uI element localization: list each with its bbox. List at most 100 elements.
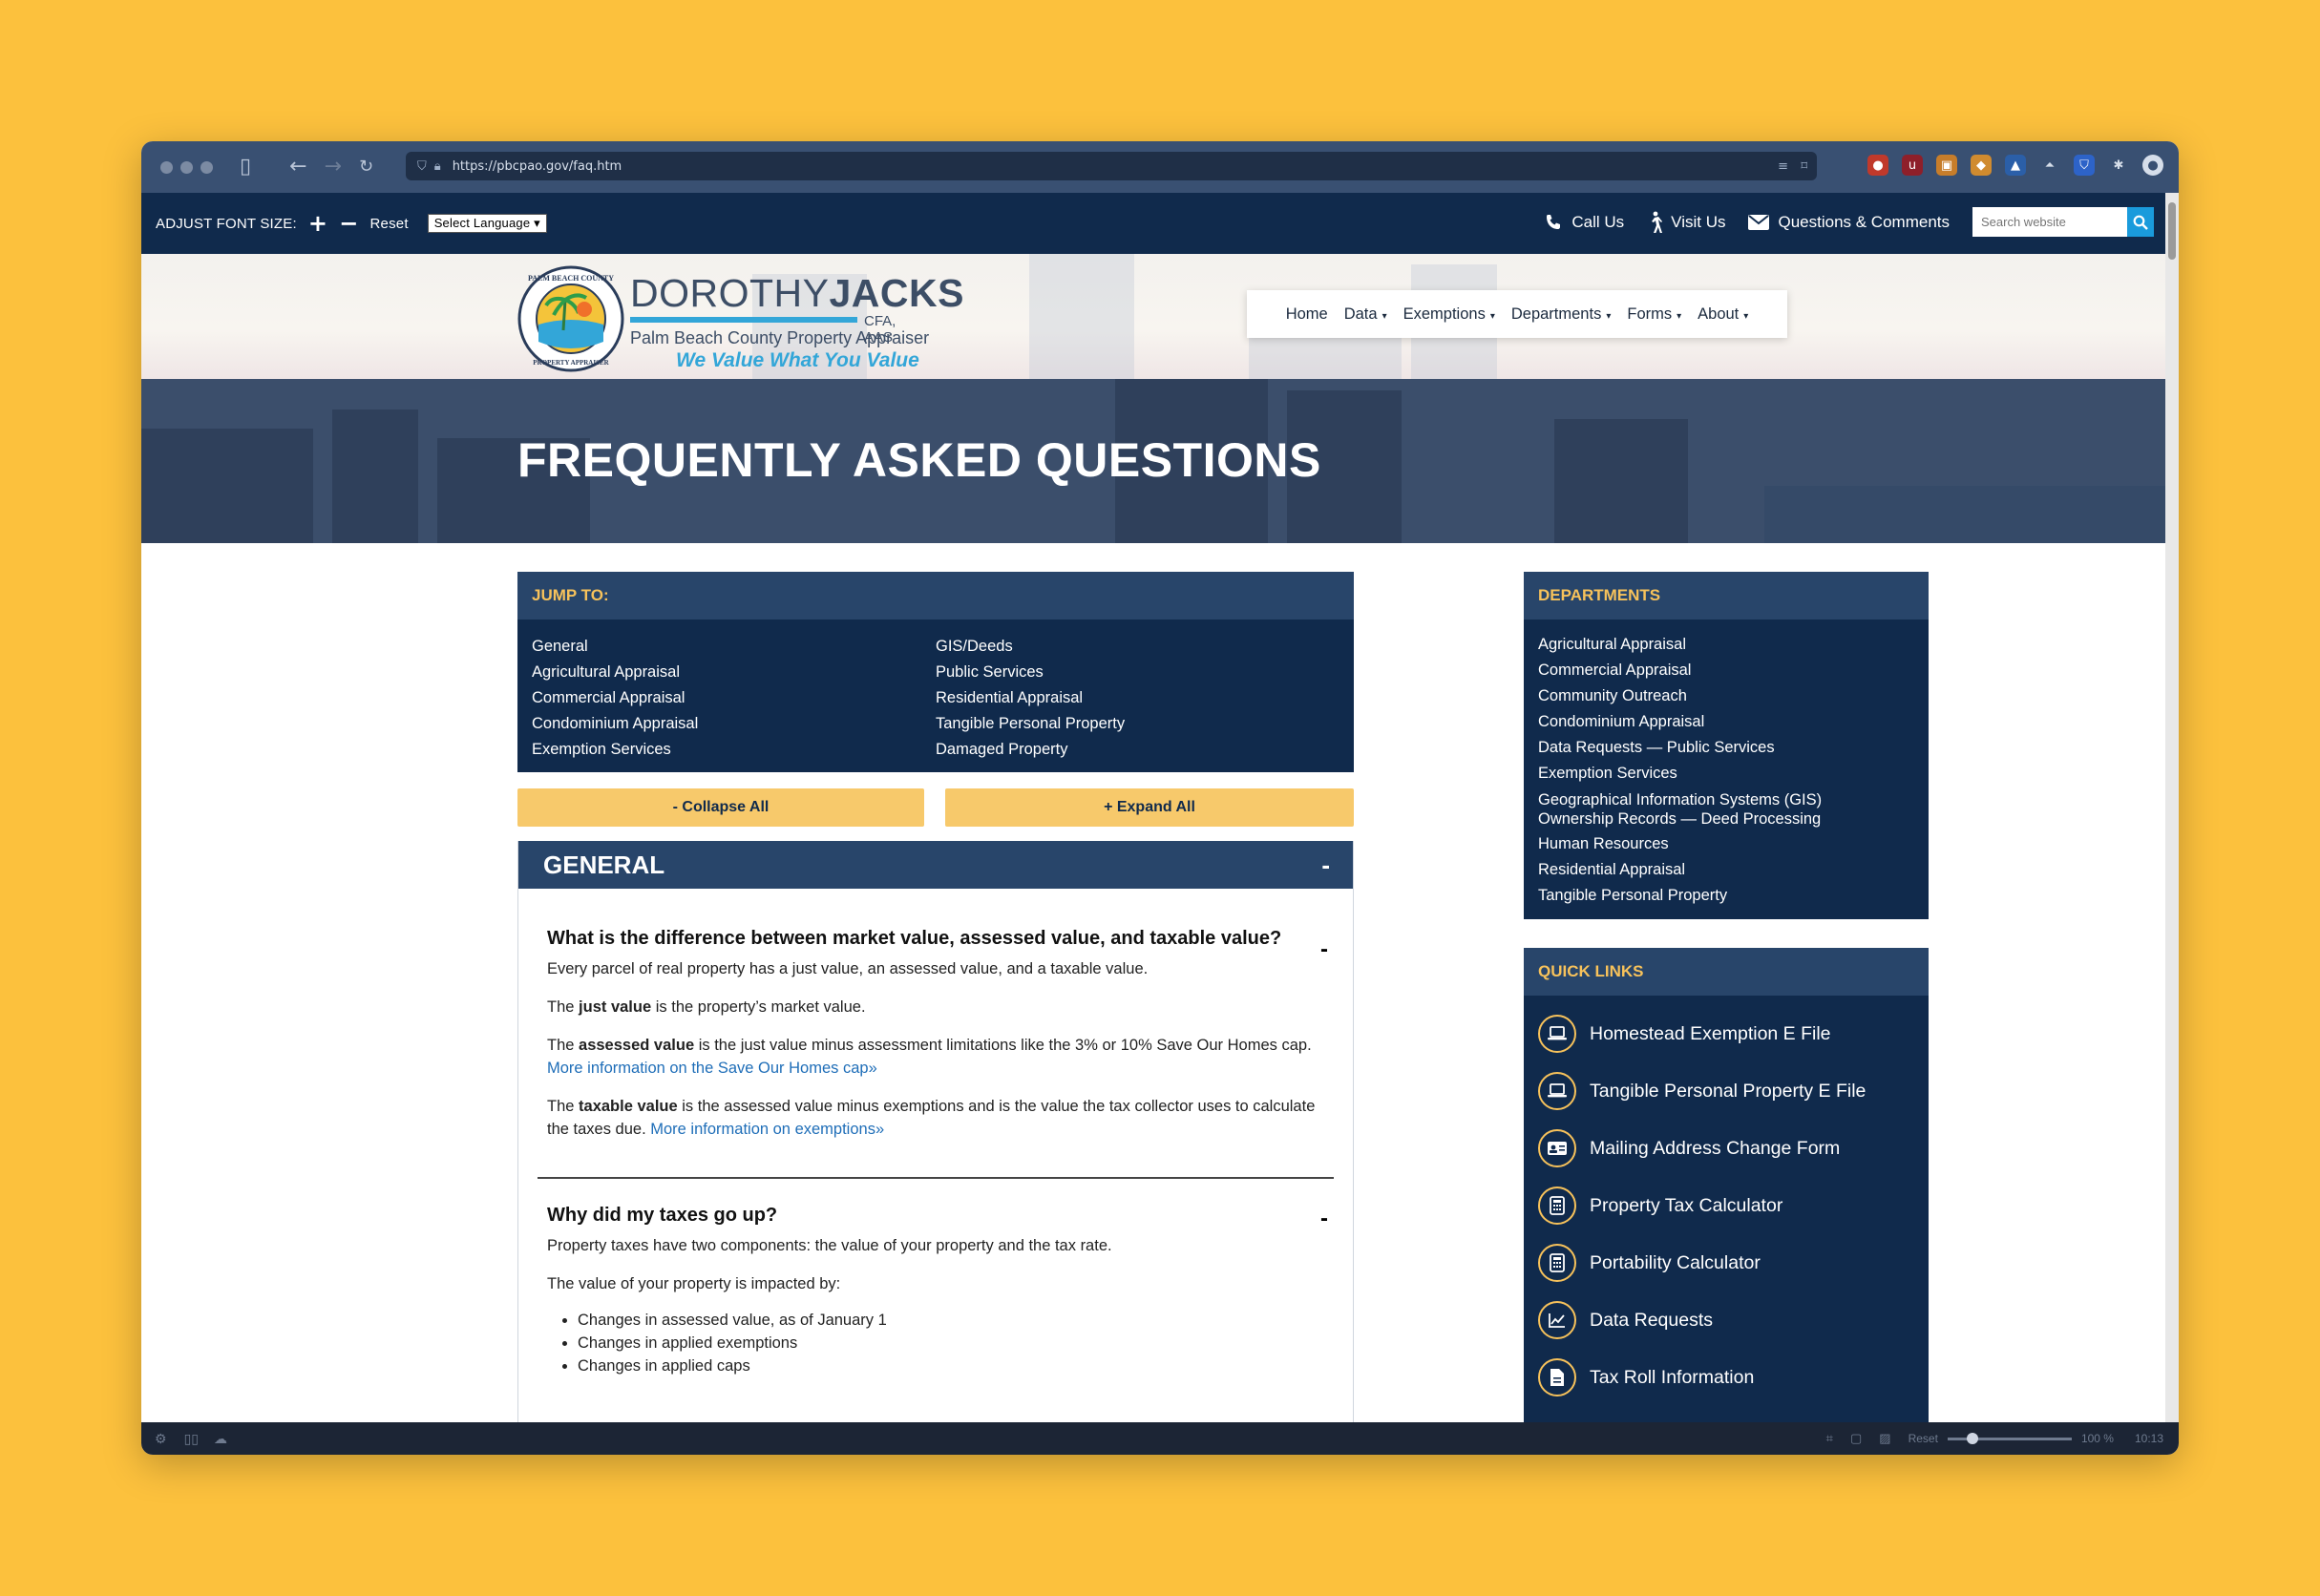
- nav-departments[interactable]: Departments ▾: [1511, 305, 1612, 324]
- quick-link[interactable]: Tax Roll Information: [1524, 1349, 1929, 1406]
- url-text[interactable]: https://pbcpao.gov/faq.htm: [453, 159, 622, 174]
- questions-link[interactable]: Questions & Comments: [1748, 213, 1950, 232]
- cloud-icon[interactable]: ☁: [214, 1431, 227, 1447]
- quick-link[interactable]: Portability Calculator: [1524, 1234, 1929, 1292]
- site-logo[interactable]: PALM BEACH COUNTY PROPERTY APPRAISER DOR…: [517, 265, 963, 377]
- nav-home[interactable]: Home: [1286, 305, 1328, 324]
- jump-link[interactable]: Residential Appraisal: [936, 685, 1339, 711]
- reload-icon[interactable]: ↻: [359, 158, 373, 176]
- zoom-slider[interactable]: [1947, 1432, 2072, 1444]
- profile-icon[interactable]: ●: [2142, 155, 2163, 176]
- extension-icon[interactable]: ●: [1867, 155, 1888, 176]
- faq-section-header[interactable]: GENERAL -: [518, 841, 1353, 889]
- faq-section-title: GENERAL: [543, 850, 665, 879]
- language-select[interactable]: Select Language ▾: [427, 214, 547, 233]
- department-link[interactable]: Condominium Appraisal: [1538, 709, 1914, 735]
- nav-exemptions[interactable]: Exemptions ▾: [1403, 305, 1495, 324]
- main-nav: Home Data ▾ Exemptions ▾ Departments ▾ Form…: [1247, 290, 1787, 338]
- faq-toggle[interactable]: -: [1320, 1206, 1328, 1232]
- reset-font-button[interactable]: Reset: [370, 216, 409, 232]
- quick-link[interactable]: Tangible Personal Property E File: [1524, 1062, 1929, 1120]
- nav-about[interactable]: About ▾: [1698, 305, 1748, 324]
- faq-question[interactable]: Why did my taxes go up?: [547, 1204, 1324, 1227]
- jump-to-panel: JUMP TO: General Agricultural Appraisal …: [517, 572, 1354, 772]
- jump-link[interactable]: Exemption Services: [532, 737, 936, 763]
- jump-link[interactable]: Agricultural Appraisal: [532, 660, 936, 685]
- department-link[interactable]: Tangible Personal Property: [1538, 883, 1914, 909]
- increase-font-button[interactable]: +: [308, 212, 327, 235]
- quick-link[interactable]: Property Tax Calculator: [1524, 1177, 1929, 1234]
- font-size-label: ADJUST FONT SIZE:: [156, 215, 297, 232]
- quick-links-title: QUICK LINKS: [1524, 948, 1929, 996]
- save-our-homes-link[interactable]: More information on the Save Our Homes c…: [547, 1060, 877, 1077]
- jump-link[interactable]: Condominium Appraisal: [532, 711, 936, 737]
- department-link[interactable]: Exemption Services: [1538, 761, 1914, 787]
- faq-question[interactable]: What is the difference between market va…: [547, 927, 1324, 950]
- address-bar[interactable]: ⛉ 🔒︎ https://pbcpao.gov/faq.htm ≡ ⌑: [406, 152, 1817, 180]
- browser-window: ▯ ← → ↻ ⛉ 🔒︎ https://pbcpao.gov/faq.htm …: [141, 141, 2179, 1455]
- faq-answer-text: Every parcel of real property has a just…: [547, 960, 1149, 977]
- capture-icon[interactable]: ⌗: [1826, 1431, 1833, 1446]
- departments-title: DEPARTMENTS: [1524, 572, 1929, 620]
- settings-icon[interactable]: ⚙: [155, 1431, 167, 1447]
- decrease-font-button[interactable]: −: [339, 212, 358, 235]
- search-button[interactable]: [2127, 207, 2154, 237]
- exemptions-info-link[interactable]: More information on exemptions»: [650, 1121, 884, 1138]
- extension-icon[interactable]: ◆: [1971, 155, 1992, 176]
- jump-link[interactable]: Damaged Property: [936, 737, 1339, 763]
- quick-link[interactable]: Homestead Exemption E File: [1524, 1005, 1929, 1062]
- puzzle-icon[interactable]: ✱: [2108, 155, 2129, 176]
- logo-office: Palm Beach County Property Appraiser: [630, 328, 930, 347]
- zoom-reset-button[interactable]: Reset: [1909, 1432, 1938, 1445]
- back-icon[interactable]: ←: [289, 157, 306, 178]
- page-hero: FREQUENTLY ASKED QUESTIONS: [141, 379, 2165, 543]
- calculator-icon: [1538, 1186, 1576, 1225]
- nav-forms[interactable]: Forms ▾: [1627, 305, 1681, 324]
- department-link[interactable]: Community Outreach: [1538, 683, 1914, 709]
- department-link[interactable]: Commercial Appraisal: [1538, 658, 1914, 683]
- window-icon[interactable]: ▢: [1850, 1431, 1862, 1446]
- faq-section: GENERAL - What is the difference between…: [517, 841, 1354, 1433]
- logo-name-light: DOROTHY: [630, 271, 830, 315]
- faq-toggle[interactable]: -: [1320, 936, 1328, 963]
- jump-link[interactable]: GIS/Deeds: [936, 634, 1339, 660]
- department-link[interactable]: Agricultural Appraisal: [1538, 632, 1914, 658]
- extension-icon[interactable]: ⛉: [2074, 155, 2095, 176]
- quick-links-panel: QUICK LINKS Homestead Exemption E File T…: [1524, 948, 1929, 1435]
- window-controls[interactable]: [153, 160, 213, 174]
- search-input[interactable]: [1972, 207, 2127, 237]
- forward-icon[interactable]: →: [325, 157, 342, 178]
- jump-link[interactable]: Tangible Personal Property: [936, 711, 1339, 737]
- bookmark-icon[interactable]: ⌑: [1801, 159, 1807, 174]
- extension-icon[interactable]: u: [1902, 155, 1923, 176]
- collapse-all-button[interactable]: - Collapse All: [517, 788, 924, 827]
- panel-icon[interactable]: ▯▯: [184, 1431, 199, 1447]
- department-link[interactable]: Data Requests — Public Services: [1538, 735, 1914, 761]
- extension-icon[interactable]: ⏶: [2039, 155, 2060, 176]
- image-icon[interactable]: ▨: [1879, 1431, 1890, 1446]
- department-link[interactable]: Geographical Information Systems (GIS) O…: [1538, 787, 1824, 831]
- extension-icon[interactable]: ▲: [2005, 155, 2026, 176]
- shield-icon: ⛉: [417, 158, 427, 174]
- jump-link[interactable]: Public Services: [936, 660, 1339, 685]
- quick-link[interactable]: Mailing Address Change Form: [1524, 1120, 1929, 1177]
- sidebar-toggle-icon[interactable]: ▯: [240, 157, 251, 178]
- faq-answer-text: The taxable value is the assessed value …: [547, 1098, 1316, 1138]
- visit-us-link[interactable]: Visit Us: [1647, 211, 1725, 234]
- chevron-down-icon: ▾: [534, 216, 540, 230]
- extensions-bar: ● u ▣ ◆ ▲ ⏶ ⛉ ✱ ●: [1867, 155, 2163, 176]
- collapse-toggle[interactable]: -: [1321, 850, 1330, 880]
- faq-answer-text: The value of your property is impacted b…: [547, 1275, 841, 1292]
- jump-link[interactable]: General: [532, 634, 936, 660]
- nav-data[interactable]: Data ▾: [1344, 305, 1387, 324]
- document-icon: [1538, 1358, 1576, 1396]
- reader-icon[interactable]: ≡: [1778, 159, 1788, 174]
- expand-all-button[interactable]: + Expand All: [945, 788, 1354, 827]
- department-link[interactable]: Human Resources: [1538, 831, 1914, 857]
- call-us-link[interactable]: Call Us: [1544, 213, 1624, 232]
- quick-link[interactable]: Data Requests: [1524, 1292, 1929, 1349]
- extension-icon[interactable]: ▣: [1936, 155, 1957, 176]
- jump-link[interactable]: Commercial Appraisal: [532, 685, 936, 711]
- department-link[interactable]: Residential Appraisal: [1538, 857, 1914, 883]
- page-scrollbar[interactable]: [2165, 193, 2179, 1434]
